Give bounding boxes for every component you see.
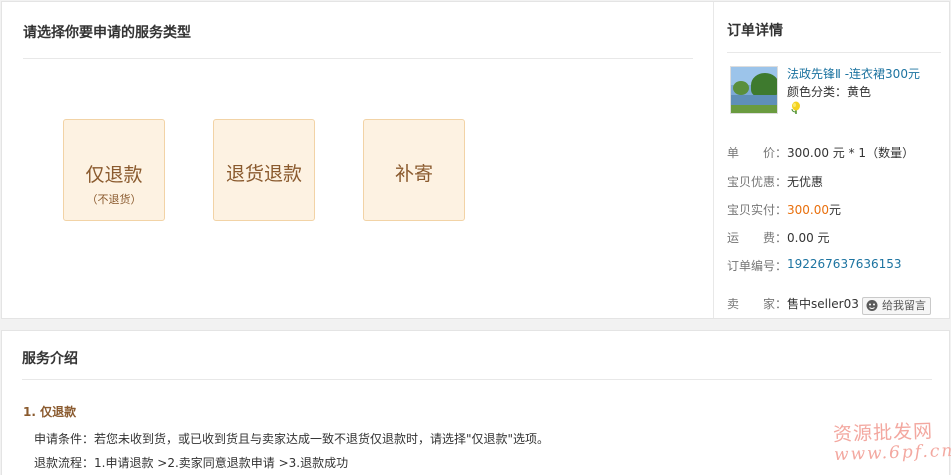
shipping-label: 运 费： [727, 231, 788, 245]
refund-only-label: 仅退款 [85, 164, 143, 186]
top-panel: 请选择你要申请的服务类型 仅退款 （不退货） 退货退款 补寄 订单详情 法政先锋… [1, 1, 950, 319]
paid-unit: 元 [829, 203, 842, 217]
leave-message-label: 给我留言 [882, 299, 926, 312]
flower-icon [791, 101, 800, 114]
divider [727, 52, 941, 53]
seller-label: 卖 家： [727, 297, 788, 311]
reship-button[interactable]: 补寄 [363, 119, 465, 221]
paid-label: 宝贝实付： [727, 203, 788, 217]
refund-only-sublabel: （不退货） [86, 193, 142, 206]
order-number-link[interactable]: 192267637636153 [787, 257, 902, 271]
paid-value: 300.00 [787, 203, 829, 217]
product-name-link[interactable]: 法政先锋Ⅱ -连衣裙300元 [787, 65, 920, 82]
service-type-section: 请选择你要申请的服务类型 仅退款 （不退货） 退货退款 补寄 [2, 2, 713, 318]
product-thumbnail[interactable] [730, 66, 778, 114]
divider [22, 379, 932, 380]
return-refund-button[interactable]: 退货退款 [213, 119, 315, 221]
refund-condition-text: 申请条件：若您未收到货，或已收到货且与卖家达成一致不退货仅退款时，请选择"仅退款… [34, 432, 550, 446]
order-details-panel: 订单详情 法政先锋Ⅱ -连衣裙300元 颜色分类：黄色 单 价： 300.00 … [713, 2, 950, 318]
refund-only-button[interactable]: 仅退款 （不退货） [63, 119, 165, 221]
divider [23, 58, 693, 59]
order-number-label: 订单编号： [727, 259, 788, 273]
refund-process-text: 退款流程：1.申请退款 >2.卖家同意退款申请 >3.退款成功 [34, 456, 349, 470]
product-color: 颜色分类：黄色 [787, 85, 872, 99]
unit-price-label: 单 价： [727, 146, 788, 160]
discount-label: 宝贝优惠： [727, 175, 788, 189]
leave-message-button[interactable]: 给我留言 [862, 297, 931, 315]
service-type-title: 请选择你要申请的服务类型 [23, 25, 191, 41]
discount-value: 无优惠 [787, 175, 824, 189]
shipping-value: 0.00 元 [787, 231, 830, 245]
service-intro-title: 服务介绍 [22, 351, 78, 367]
return-refund-label: 退货退款 [225, 163, 302, 185]
watermark-url: www.6pf.cn [833, 440, 951, 466]
paid-amount: 300.00元 [787, 201, 841, 218]
unit-price-value: 300.00 元 * 1（数量） [787, 146, 915, 160]
seller-name: 售中seller03 [787, 297, 859, 311]
order-details-title: 订单详情 [727, 23, 783, 39]
reship-label: 补寄 [394, 163, 433, 185]
chat-bubble-icon [866, 300, 878, 311]
service-intro-panel: 服务介绍 1. 仅退款 申请条件：若您未收到货，或已收到货且与卖家达成一致不退货… [1, 330, 950, 475]
refund-only-heading: 1. 仅退款 [23, 405, 77, 419]
